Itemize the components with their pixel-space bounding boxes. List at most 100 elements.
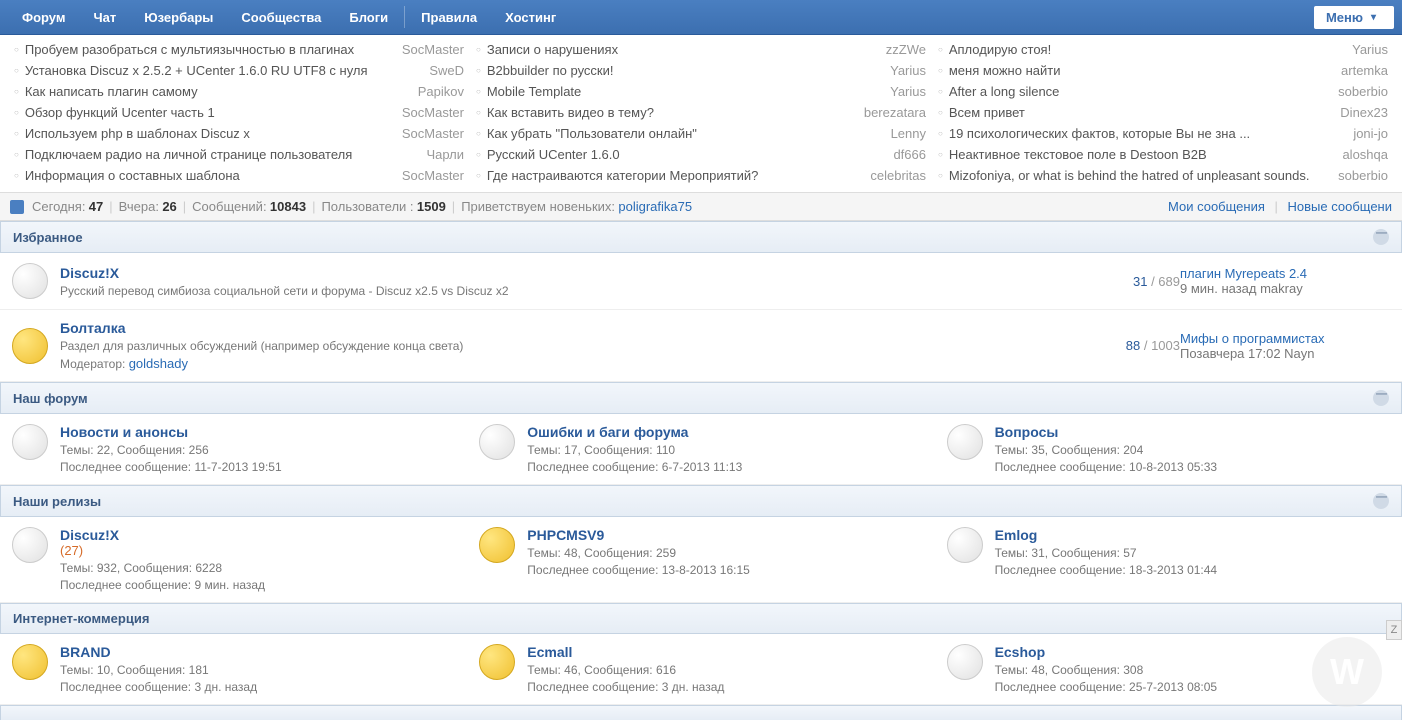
thread-row[interactable]: ○Mobile TemplateYarius (476, 81, 926, 102)
thread-row[interactable]: ○Подключаем радио на личной странице пол… (14, 144, 464, 165)
thread-row[interactable]: ○Как убрать "Пользователи онлайн"Lenny (476, 123, 926, 144)
thread-title[interactable]: Записи о нарушениях (487, 42, 878, 57)
new-posts-link[interactable]: Новые сообщени (1288, 199, 1392, 214)
forum-name[interactable]: PHPCMSV9 (527, 527, 922, 543)
thread-title[interactable]: Установка Discuz x 2.5.2 + UCenter 1.6.0… (25, 63, 421, 78)
thread-row[interactable]: ○19 психологических фактов, которые Вы н… (938, 123, 1388, 144)
thread-author[interactable]: soberbio (1338, 168, 1388, 183)
thread-title[interactable]: Mizofoniya, or what is behind the hatred… (949, 168, 1330, 183)
thread-row[interactable]: ○Неактивное текстовое поле в Destoon B2B… (938, 144, 1388, 165)
thread-row[interactable]: ○Информация о составных шаблонаSocMaster (14, 165, 464, 186)
thread-title[interactable]: Используем php в шаблонах Discuz x (25, 126, 394, 141)
thread-row[interactable]: ○After a long silencesoberbio (938, 81, 1388, 102)
forum-name[interactable]: Discuz!X (60, 527, 455, 543)
thread-row[interactable]: ○Обзор функций Ucenter часть 1SocMaster (14, 102, 464, 123)
side-badge[interactable]: Z (1386, 620, 1402, 640)
thread-row[interactable]: ○B2bbuilder по русски!Yarius (476, 60, 926, 81)
thread-title[interactable]: Подключаем радио на личной странице поль… (25, 147, 419, 162)
thread-author[interactable]: aloshqa (1342, 147, 1388, 162)
thread-row[interactable]: ○Всем приветDinex23 (938, 102, 1388, 123)
thread-title[interactable]: Mobile Template (487, 84, 882, 99)
thread-row[interactable]: ○Как написать плагин самомуPapikov (14, 81, 464, 102)
nav-forum[interactable]: Форум (8, 0, 79, 35)
thread-author[interactable]: artemka (1341, 63, 1388, 78)
thread-row[interactable]: ○Русский UCenter 1.6.0df666 (476, 144, 926, 165)
thread-author[interactable]: Yarius (890, 63, 926, 78)
last-topic-link[interactable]: плагин Myrepeats 2.4 (1180, 266, 1390, 281)
thread-author[interactable]: Dinex23 (1340, 105, 1388, 120)
thread-author[interactable]: joni-jo (1353, 126, 1388, 141)
thread-title[interactable]: Информация о составных шаблона (25, 168, 394, 183)
thread-row[interactable]: ○Как вставить видео в тему?berezatara (476, 102, 926, 123)
nav-rules[interactable]: Правила (407, 0, 491, 35)
thread-row[interactable]: ○меня можно найтиartemka (938, 60, 1388, 81)
forum-meta: Темы: 22, Сообщения: 256 (60, 443, 455, 457)
forum-name[interactable]: Вопросы (995, 424, 1390, 440)
thread-title[interactable]: меня можно найти (949, 63, 1333, 78)
nav-userbars[interactable]: Юзербары (130, 0, 227, 35)
thread-title[interactable]: 19 психологических фактов, которые Вы не… (949, 126, 1345, 141)
forum-name[interactable]: BRAND (60, 644, 455, 660)
nav-chat[interactable]: Чат (79, 0, 130, 35)
forum-meta: Темы: 46, Сообщения: 616 (527, 663, 922, 677)
thread-row[interactable]: ○Пробуем разобраться с мультиязычностью … (14, 39, 464, 60)
thread-author[interactable]: celebritas (870, 168, 926, 183)
thread-title[interactable]: After a long silence (949, 84, 1330, 99)
thread-row[interactable]: ○Где настраиваются категории Мероприятий… (476, 165, 926, 186)
my-posts-link[interactable]: Мои сообщения (1168, 199, 1265, 214)
thread-author[interactable]: Papikov (418, 84, 464, 99)
thread-author[interactable]: SocMaster (402, 42, 464, 57)
forum-name[interactable]: Новости и анонсы (60, 424, 455, 440)
thread-title[interactable]: Всем привет (949, 105, 1332, 120)
thread-title[interactable]: Неактивное текстовое поле в Destoon B2B (949, 147, 1335, 162)
thread-author[interactable]: Lenny (891, 126, 926, 141)
forum-desc: Раздел для различных обсуждений (наприме… (60, 339, 1060, 353)
thread-title[interactable]: Аплодирую стоя! (949, 42, 1344, 57)
thread-title[interactable]: Русский UCenter 1.6.0 (487, 147, 886, 162)
collapse-icon[interactable] (1373, 229, 1389, 245)
thread-author[interactable]: berezatara (864, 105, 926, 120)
thread-title[interactable]: B2bbuilder по русски! (487, 63, 882, 78)
thread-author[interactable]: Yarius (890, 84, 926, 99)
thread-author[interactable]: SocMaster (402, 105, 464, 120)
thread-row[interactable]: ○Mizofoniya, or what is behind the hatre… (938, 165, 1388, 186)
collapse-icon[interactable] (1373, 390, 1389, 406)
thread-title[interactable]: Как вставить видео в тему? (487, 105, 856, 120)
forum-name[interactable]: Emlog (995, 527, 1390, 543)
thread-author[interactable]: SocMaster (402, 126, 464, 141)
forum-name[interactable]: Ошибки и баги форума (527, 424, 922, 440)
thread-author[interactable]: zzZWe (886, 42, 926, 57)
thread-row[interactable]: ○Установка Discuz x 2.5.2 + UCenter 1.6.… (14, 60, 464, 81)
thread-row[interactable]: ○Используем php в шаблонах Discuz xSocMa… (14, 123, 464, 144)
section-our-forum[interactable]: Наш форум (0, 382, 1402, 414)
forum-name[interactable]: Болталка (60, 320, 1060, 336)
menu-button[interactable]: Меню (1314, 6, 1394, 29)
thread-author[interactable]: Yarius (1352, 42, 1388, 57)
forum-name[interactable]: Discuz!X (60, 265, 1060, 281)
thread-row[interactable]: ○Аплодирую стоя!Yarius (938, 39, 1388, 60)
nav-hosting[interactable]: Хостинг (491, 0, 570, 35)
thread-author[interactable]: SweD (429, 63, 464, 78)
thread-title[interactable]: Обзор функций Ucenter часть 1 (25, 105, 394, 120)
thread-title[interactable]: Пробуем разобраться с мультиязычностью в… (25, 42, 394, 57)
section-favorites[interactable]: Избранное (0, 221, 1402, 253)
thread-row[interactable]: ○Записи о нарушенияхzzZWe (476, 39, 926, 60)
collapse-icon[interactable] (1373, 493, 1389, 509)
nav-blogs[interactable]: Блоги (335, 0, 402, 35)
nav-communities[interactable]: Сообщества (227, 0, 335, 35)
forum-name[interactable]: Ecmall (527, 644, 922, 660)
section-cms[interactable] (0, 705, 1402, 720)
newest-user-link[interactable]: poligrafika75 (618, 199, 692, 214)
section-releases[interactable]: Наши релизы (0, 485, 1402, 517)
moderator-link[interactable]: goldshady (129, 356, 188, 371)
thread-title[interactable]: Как убрать "Пользователи онлайн" (487, 126, 883, 141)
thread-author[interactable]: SocMaster (402, 168, 464, 183)
thread-title[interactable]: Как написать плагин самому (25, 84, 410, 99)
thread-author[interactable]: Чарли (426, 147, 464, 162)
last-topic-link[interactable]: Мифы о программистах (1180, 331, 1390, 346)
thread-author[interactable]: df666 (893, 147, 926, 162)
thread-title[interactable]: Где настраиваются категории Мероприятий? (487, 168, 863, 183)
thread-author[interactable]: soberbio (1338, 84, 1388, 99)
section-commerce[interactable]: Интернет-коммерция (0, 603, 1402, 634)
stats-icon (10, 200, 24, 214)
